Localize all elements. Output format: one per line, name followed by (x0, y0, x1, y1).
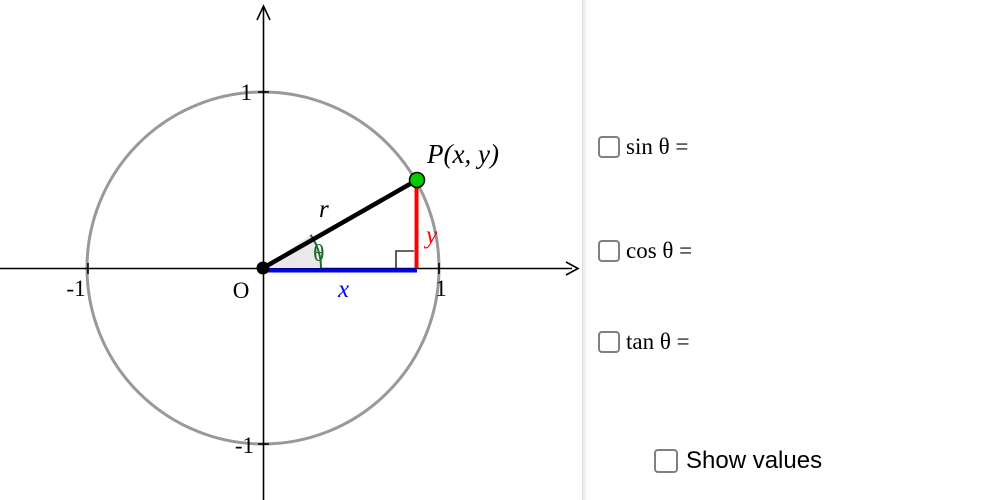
x-leg-label: x (337, 276, 349, 303)
checkbox-cos[interactable] (598, 239, 620, 262)
angle-theta-label: θ (313, 241, 325, 267)
checkbox-row-tan[interactable]: tan θ = (598, 330, 690, 353)
checkbox-row-cos[interactable]: cos θ = (598, 239, 692, 262)
y-axis-label-positive-one: 1 (241, 80, 253, 105)
checkbox-label-show-values: Show values (686, 447, 823, 474)
y-axis-label-negative-one: -1 (235, 433, 254, 458)
checkbox-tan[interactable] (598, 330, 620, 353)
applet-window: -1 1 1 -1 O P(x, y) r x y θ sin θ = cos … (0, 0, 1000, 500)
panel-splitter-handle[interactable] (582, 0, 591, 500)
checkbox-label-tan: tan θ = (626, 329, 690, 354)
radius-segment (261, 178, 419, 270)
x-axis-label-positive-one: 1 (435, 276, 447, 301)
checkbox-label-cos: cos θ = (626, 238, 693, 263)
origin-point[interactable] (256, 261, 270, 275)
origin-label: O (233, 278, 250, 303)
x-axis-label-negative-one: -1 (66, 276, 85, 301)
checkbox-show-values[interactable] (654, 449, 678, 473)
unit-circle-figure: -1 1 1 -1 O P(x, y) r x y θ (0, 4, 580, 500)
checkbox-row-show-values[interactable]: Show values (654, 449, 822, 473)
checkbox-row-sin[interactable]: sin θ = (598, 135, 688, 158)
y-leg-label: y (423, 222, 438, 249)
algebra-panel: sin θ = cos θ = tan θ = Show values (591, 0, 1000, 500)
checkbox-label-sin: sin θ = (626, 134, 689, 159)
point-p-draggable[interactable] (408, 171, 426, 189)
right-angle-marker (395, 250, 414, 268)
radius-label: r (319, 196, 329, 223)
graphics-view[interactable]: -1 1 1 -1 O P(x, y) r x y θ (0, 0, 582, 500)
point-p-label: P(x, y) (426, 139, 499, 169)
checkbox-sin[interactable] (598, 135, 620, 158)
